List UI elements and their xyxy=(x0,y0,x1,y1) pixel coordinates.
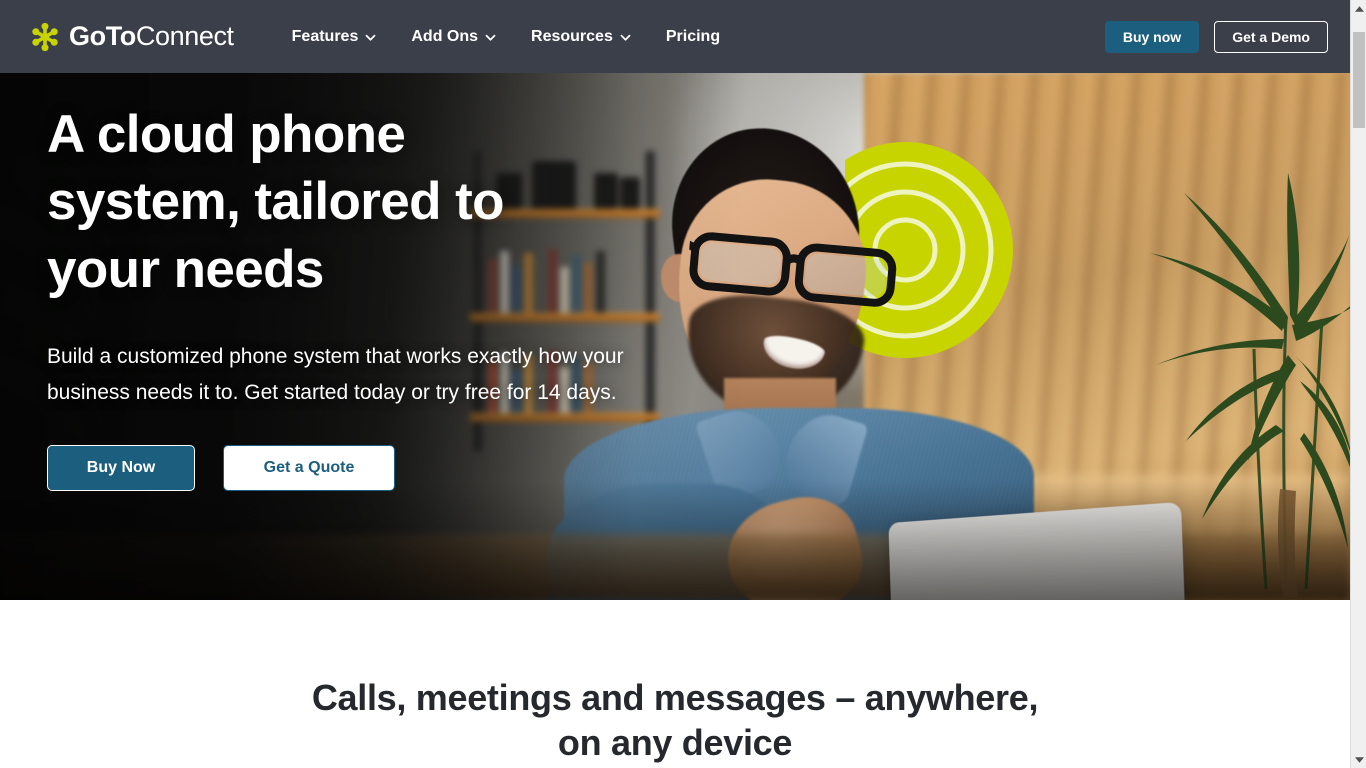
brand-name-light: Connect xyxy=(135,21,234,51)
hero-cta-group: Buy Now Get a Quote xyxy=(47,445,707,492)
hero-content: A cloud phone system, tailored to your n… xyxy=(47,101,707,492)
section-heading: Calls, meetings and messages – anywhere,… xyxy=(311,677,1039,763)
nav-item-resources[interactable]: Resources xyxy=(531,23,631,51)
chevron-down-icon xyxy=(485,32,496,43)
scrollbar-down-arrow[interactable] xyxy=(1351,751,1366,768)
goto-asterisk-icon xyxy=(30,22,60,52)
nav-item-pricing[interactable]: Pricing xyxy=(666,23,720,51)
header-actions: Buy now Get a Demo xyxy=(1104,20,1328,53)
brand-name-bold: GoTo xyxy=(69,21,136,51)
hero-get-a-quote-button[interactable]: Get a Quote xyxy=(223,445,395,492)
site-header: GoToConnect Features Add Ons Resources P… xyxy=(0,0,1350,73)
scrollbar-up-arrow[interactable] xyxy=(1351,0,1366,17)
chevron-down-icon xyxy=(620,32,631,43)
brand-name: GoToConnect xyxy=(69,23,234,50)
nav-label-pricing: Pricing xyxy=(665,27,721,45)
calls-meetings-section: Calls, meetings and messages – anywhere,… xyxy=(0,600,1350,766)
scrollbar-thumb[interactable] xyxy=(1353,32,1365,128)
hero-subtitle: Build a customized phone system that wor… xyxy=(47,344,624,404)
nav-label-resources: Resources xyxy=(531,27,613,45)
nav-label-features: Features xyxy=(291,27,359,45)
main-navigation: Features Add Ons Resources Pricing xyxy=(292,23,720,51)
chevron-down-icon xyxy=(365,32,376,43)
hero-section: A cloud phone system, tailored to your n… xyxy=(0,73,1350,600)
buy-now-button[interactable]: Buy now xyxy=(1104,20,1200,53)
hero-bottom-shade xyxy=(0,480,1350,600)
page-scrollbar[interactable] xyxy=(1350,0,1366,768)
hero-buy-now-button[interactable]: Buy Now xyxy=(47,445,195,492)
nav-item-add-ons[interactable]: Add Ons xyxy=(411,23,496,51)
get-a-demo-button[interactable]: Get a Demo xyxy=(1214,20,1328,53)
nav-item-features[interactable]: Features xyxy=(292,23,377,51)
hero-title: A cloud phone system, tailored to your n… xyxy=(47,105,505,299)
nav-label-add-ons: Add Ons xyxy=(411,27,479,45)
page-content: GoToConnect Features Add Ons Resources P… xyxy=(0,0,1350,768)
browser-viewport: GoToConnect Features Add Ons Resources P… xyxy=(0,0,1366,768)
brand-logo[interactable]: GoToConnect xyxy=(30,22,234,52)
